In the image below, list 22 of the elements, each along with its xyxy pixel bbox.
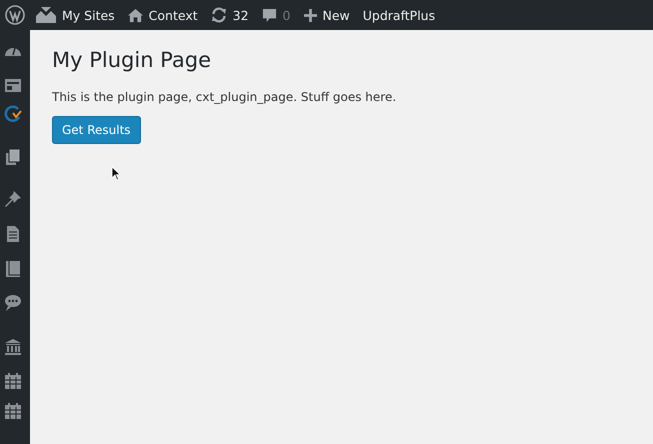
layout-icon[interactable] [4, 76, 22, 94]
wordpress-logo-icon[interactable] [5, 5, 25, 25]
book-icon[interactable] [4, 260, 22, 278]
speech-bubble-icon[interactable] [4, 294, 22, 312]
get-results-button[interactable]: Get Results [52, 116, 141, 144]
calendar-icon[interactable] [4, 402, 22, 420]
page-description: This is the plugin page, cxt_plugin_page. Stuff goes here. [52, 90, 398, 104]
plus-icon [304, 8, 316, 22]
pages-icon[interactable] [4, 148, 22, 166]
pin-icon[interactable] [4, 190, 22, 208]
toolbar-item[interactable]: 32 [210, 7, 249, 23]
toolbar-item[interactable]: New [304, 8, 350, 22]
toolbar-item[interactable]: Context [128, 8, 198, 22]
calendar-icon[interactable] [4, 372, 22, 390]
toolbar-item[interactable]: UpdraftPlus [362, 8, 436, 22]
home-icon [128, 8, 143, 22]
document-icon[interactable] [4, 225, 22, 243]
page-title: My Plugin Page [52, 48, 212, 72]
bank-icon[interactable] [4, 338, 22, 356]
cursor-icon [111, 166, 121, 181]
comment-icon [262, 8, 277, 22]
toolbar-item[interactable]: My Sites [36, 7, 115, 23]
